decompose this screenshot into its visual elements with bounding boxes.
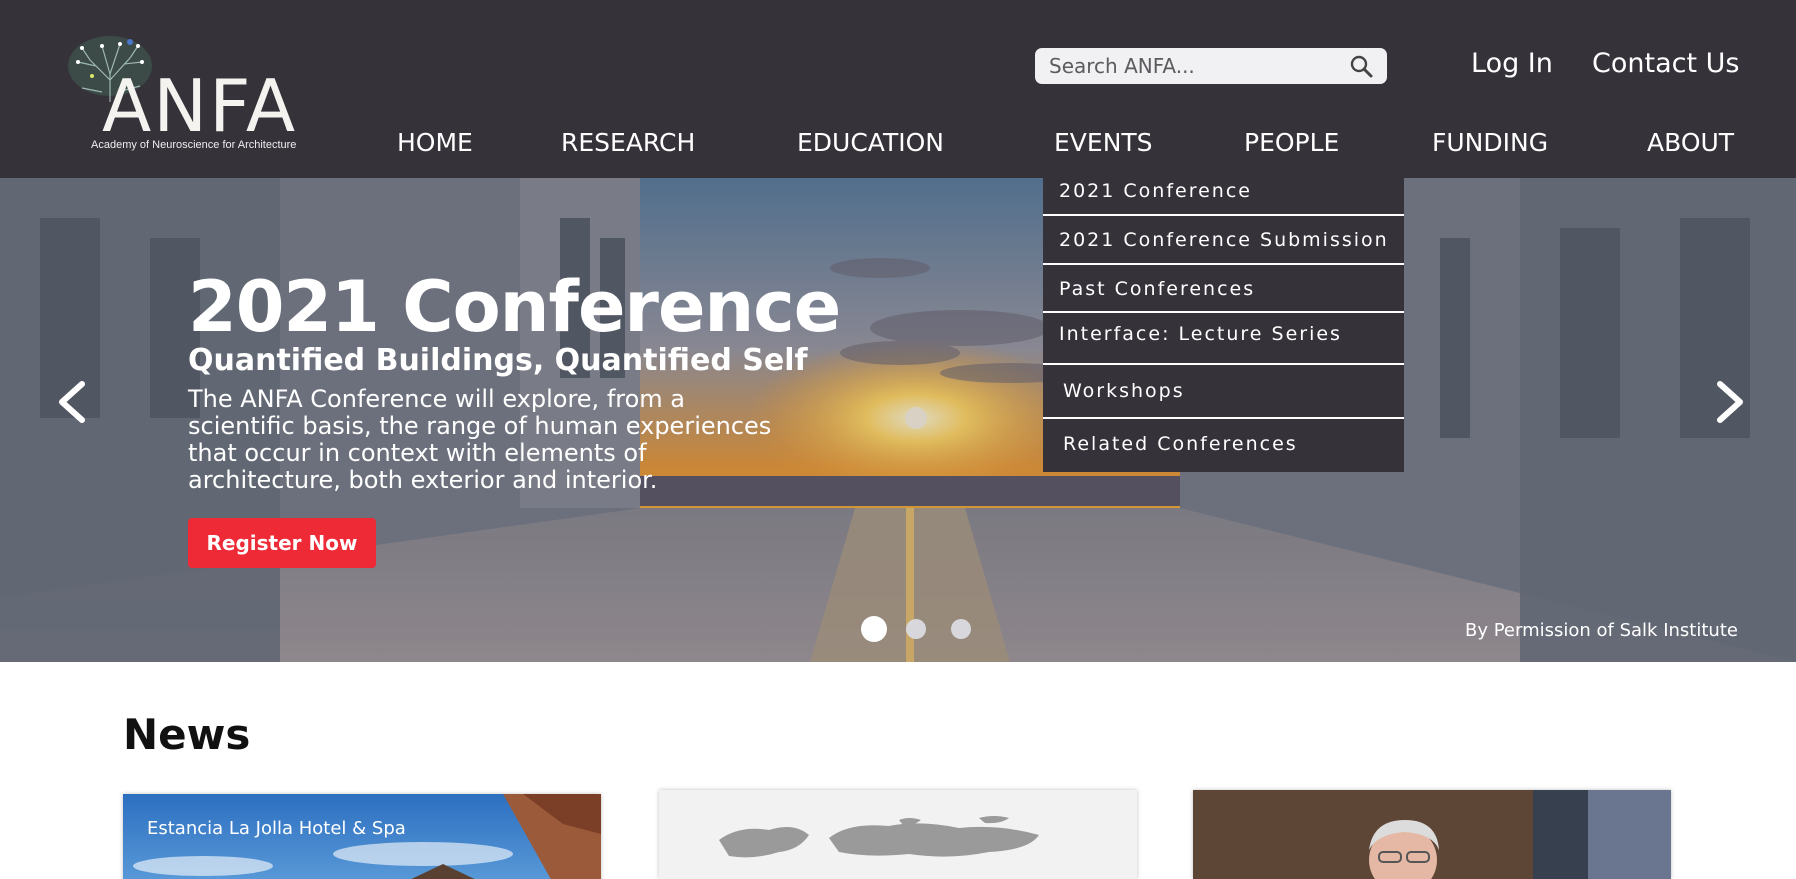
news-card-map-image xyxy=(659,790,1137,879)
hero-subtitle: Quantified Buildings, Quantified Self xyxy=(188,343,808,378)
carousel-dot-3[interactable] xyxy=(951,619,971,639)
dropdown-divider xyxy=(1043,417,1404,419)
news-card-label: Estancia La Jolla Hotel & Spa xyxy=(147,818,406,839)
dropdown-item-interface-lecture-series[interactable]: Interface: Lecture Series xyxy=(1059,323,1420,345)
news-card-speaker-image xyxy=(1193,790,1671,879)
carousel-next-arrow-icon[interactable] xyxy=(1712,380,1748,424)
dropdown-item-2021-conference[interactable]: 2021 Conference xyxy=(1059,180,1420,202)
nav-about[interactable]: ABOUT xyxy=(1647,128,1734,157)
nav-education[interactable]: EDUCATION xyxy=(797,128,944,157)
search-icon[interactable] xyxy=(1349,54,1373,78)
dropdown-item-2021-conference-submission[interactable]: 2021 Conference Submission xyxy=(1059,229,1420,251)
logo-tagline: Academy of Neuroscience for Architecture xyxy=(91,139,297,151)
search-input[interactable] xyxy=(1049,52,1339,80)
nav-home[interactable]: HOME xyxy=(397,128,473,157)
logo-wordmark: ANFA xyxy=(102,64,298,148)
dropdown-item-related-conferences[interactable]: Related Conferences xyxy=(1063,433,1424,455)
photo-credit: By Permission of Salk Institute xyxy=(1465,620,1738,641)
register-now-button[interactable]: Register Now xyxy=(188,518,376,568)
nav-funding[interactable]: FUNDING xyxy=(1432,128,1548,157)
dropdown-divider xyxy=(1043,214,1404,216)
site-header: ANFA Academy of Neuroscience for Archite… xyxy=(0,0,1796,178)
carousel-dot-1[interactable] xyxy=(861,616,887,642)
anfa-logo[interactable]: ANFA Academy of Neuroscience for Archite… xyxy=(62,32,330,156)
events-dropdown-menu: 2021 Conference 2021 Conference Submissi… xyxy=(1043,178,1404,472)
nav-events[interactable]: EVENTS xyxy=(1054,128,1153,157)
dropdown-divider xyxy=(1043,311,1404,313)
news-card-estancia[interactable]: Estancia La Jolla Hotel & Spa xyxy=(123,794,601,879)
nav-people[interactable]: PEOPLE xyxy=(1244,128,1339,157)
dropdown-item-workshops[interactable]: Workshops xyxy=(1063,380,1424,402)
news-card-lecture[interactable] xyxy=(1193,790,1671,879)
dropdown-item-past-conferences[interactable]: Past Conferences xyxy=(1059,278,1420,300)
hero-title: 2021 Conference xyxy=(188,266,841,348)
news-heading: News xyxy=(123,710,251,759)
search-bar xyxy=(1035,48,1387,84)
hero-description: The ANFA Conference will explore, from a… xyxy=(188,385,772,494)
nav-research[interactable]: RESEARCH xyxy=(561,128,695,157)
dropdown-divider xyxy=(1043,363,1404,365)
contact-us-link[interactable]: Contact Us xyxy=(1592,48,1739,79)
dropdown-divider xyxy=(1043,263,1404,265)
login-link[interactable]: Log In xyxy=(1471,48,1553,79)
carousel-dot-2[interactable] xyxy=(906,619,926,639)
carousel-prev-arrow-icon[interactable] xyxy=(54,380,90,424)
news-card-world-map[interactable] xyxy=(659,790,1137,879)
